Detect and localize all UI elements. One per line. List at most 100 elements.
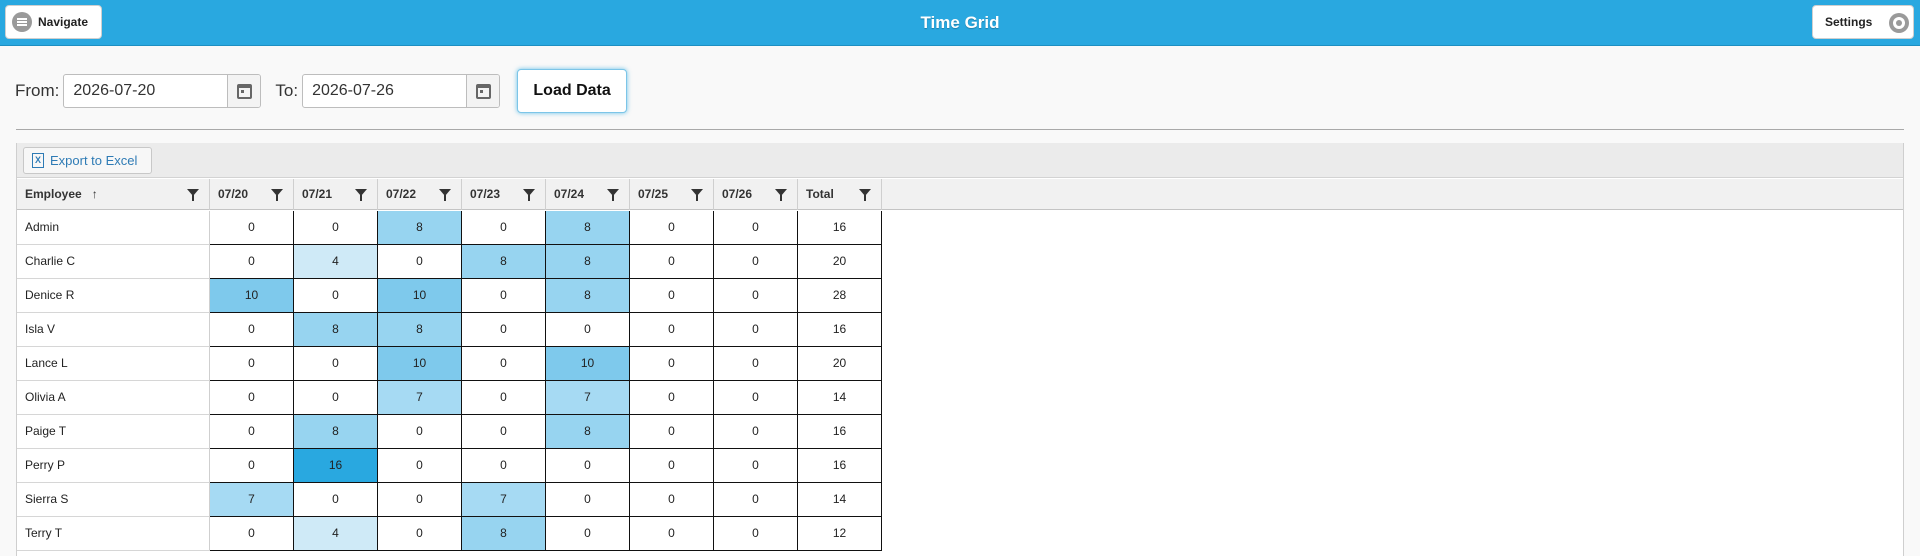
hours-cell: 0	[714, 449, 798, 483]
hours-cell: 8	[546, 245, 630, 279]
from-calendar-button[interactable]	[227, 75, 261, 107]
hours-cell: 0	[462, 381, 546, 415]
total-cell: 16	[798, 449, 882, 483]
column-header-employee[interactable]: Employee ↑	[17, 179, 210, 210]
hours-cell: 0	[630, 483, 714, 517]
column-header-label: Total	[806, 187, 834, 201]
filter-icon[interactable]	[355, 189, 367, 201]
filter-icon[interactable]	[859, 189, 871, 201]
page-title: Time Grid	[920, 13, 1000, 32]
filter-icon[interactable]	[691, 189, 703, 201]
hours-cell: 0	[462, 211, 546, 245]
table-row[interactable]: Admin 0 0 8 0 8 0 0 16	[17, 211, 1903, 245]
filter-icon[interactable]	[439, 189, 451, 201]
hours-cell: 7	[462, 483, 546, 517]
column-header-label: 07/25	[638, 187, 669, 201]
hours-cell: 0	[210, 415, 294, 449]
hours-cell: 7	[210, 483, 294, 517]
employee-cell: Lance L	[17, 347, 210, 381]
hours-cell: 0	[210, 517, 294, 551]
hours-cell: 0	[630, 381, 714, 415]
filter-icon[interactable]	[607, 189, 619, 201]
column-header-day[interactable]: 07/21	[294, 179, 378, 210]
hours-cell: 0	[294, 347, 378, 381]
hours-cell: 0	[462, 313, 546, 347]
employee-cell: Denice R	[17, 279, 210, 313]
hours-cell: 8	[378, 211, 462, 245]
hours-cell: 0	[378, 483, 462, 517]
total-cell: 20	[798, 245, 882, 279]
column-header-day[interactable]: 07/24	[546, 179, 630, 210]
sort-ascending-icon[interactable]: ↑	[92, 179, 98, 210]
total-cell: 14	[798, 381, 882, 415]
hours-cell: 8	[294, 313, 378, 347]
calendar-icon	[236, 83, 252, 99]
hours-cell: 0	[378, 449, 462, 483]
grid-header: Employee ↑ 07/20 07/21 07/22 07/23 07/24 07/25 0…	[17, 179, 1903, 210]
hours-cell: 0	[714, 517, 798, 551]
top-bar: Navigate Time Grid Settings	[0, 0, 1920, 46]
hours-cell: 0	[210, 313, 294, 347]
hours-cell: 0	[630, 313, 714, 347]
hours-cell: 0	[210, 211, 294, 245]
employee-cell: Olivia A	[17, 381, 210, 415]
hours-cell: 0	[630, 279, 714, 313]
hours-cell: 0	[462, 449, 546, 483]
employee-cell: Isla V	[17, 313, 210, 347]
grid-toolbar: X Export to Excel	[17, 143, 1903, 178]
employee-cell: Admin	[17, 211, 210, 245]
hours-cell: 0	[714, 483, 798, 517]
filter-icon[interactable]	[187, 189, 199, 201]
hours-cell: 10	[546, 347, 630, 381]
hours-cell: 0	[294, 279, 378, 313]
to-date-field[interactable]: 2026-07-26	[302, 74, 501, 108]
employee-cell: Perry P	[17, 449, 210, 483]
filter-icon[interactable]	[271, 189, 283, 201]
column-header-day[interactable]: 07/23	[462, 179, 546, 210]
column-header-day[interactable]: 07/26	[714, 179, 798, 210]
table-row[interactable]: Perry P 0 16 0 0 0 0 0 16	[17, 449, 1903, 483]
hours-cell: 0	[630, 245, 714, 279]
hours-cell: 0	[546, 517, 630, 551]
total-cell: 16	[798, 313, 882, 347]
table-row[interactable]: Sierra S 7 0 0 7 0 0 0 14	[17, 483, 1903, 517]
hours-cell: 10	[378, 347, 462, 381]
hours-cell: 4	[294, 245, 378, 279]
table-row[interactable]: Charlie C 0 4 0 8 8 0 0 20	[17, 245, 1903, 279]
table-row[interactable]: Terry T 0 4 0 8 0 0 0 12	[17, 517, 1903, 551]
column-header-day[interactable]: 07/22	[378, 179, 462, 210]
column-header-day[interactable]: 07/20	[210, 179, 294, 210]
hours-cell: 10	[378, 279, 462, 313]
hours-cell: 8	[294, 415, 378, 449]
employee-cell: Sierra S	[17, 483, 210, 517]
hours-cell: 0	[378, 245, 462, 279]
to-calendar-button[interactable]	[466, 75, 500, 107]
divider	[16, 129, 1904, 130]
column-header-label: 07/20	[218, 187, 249, 201]
export-excel-button[interactable]: X Export to Excel	[23, 147, 152, 174]
total-cell: 16	[798, 211, 882, 245]
to-date-value[interactable]: 2026-07-26	[303, 82, 466, 100]
load-data-button[interactable]: Load Data	[517, 69, 628, 113]
column-header-day[interactable]: 07/25	[630, 179, 714, 210]
hours-cell: 0	[714, 381, 798, 415]
from-date-field[interactable]: 2026-07-20	[63, 74, 262, 108]
hours-cell: 0	[714, 347, 798, 381]
hours-cell: 0	[714, 313, 798, 347]
filter-icon[interactable]	[775, 189, 787, 201]
table-row[interactable]: Lance L 0 0 10 0 10 0 0 20	[17, 347, 1903, 381]
hours-cell: 0	[630, 517, 714, 551]
settings-button[interactable]: Settings	[1812, 5, 1914, 39]
total-cell: 28	[798, 279, 882, 313]
from-date-value[interactable]: 2026-07-20	[64, 82, 227, 100]
total-cell: 12	[798, 517, 882, 551]
table-row[interactable]: Olivia A 0 0 7 0 7 0 0 14	[17, 381, 1903, 415]
table-row[interactable]: Paige T 0 8 0 0 8 0 0 16	[17, 415, 1903, 449]
total-cell: 20	[798, 347, 882, 381]
hours-cell: 0	[714, 211, 798, 245]
table-row[interactable]: Isla V 0 8 8 0 0 0 0 16	[17, 313, 1903, 347]
calendar-icon	[475, 83, 491, 99]
table-row[interactable]: Denice R 10 0 10 0 8 0 0 28	[17, 279, 1903, 313]
column-header-total[interactable]: Total	[798, 179, 882, 210]
filter-icon[interactable]	[523, 189, 535, 201]
